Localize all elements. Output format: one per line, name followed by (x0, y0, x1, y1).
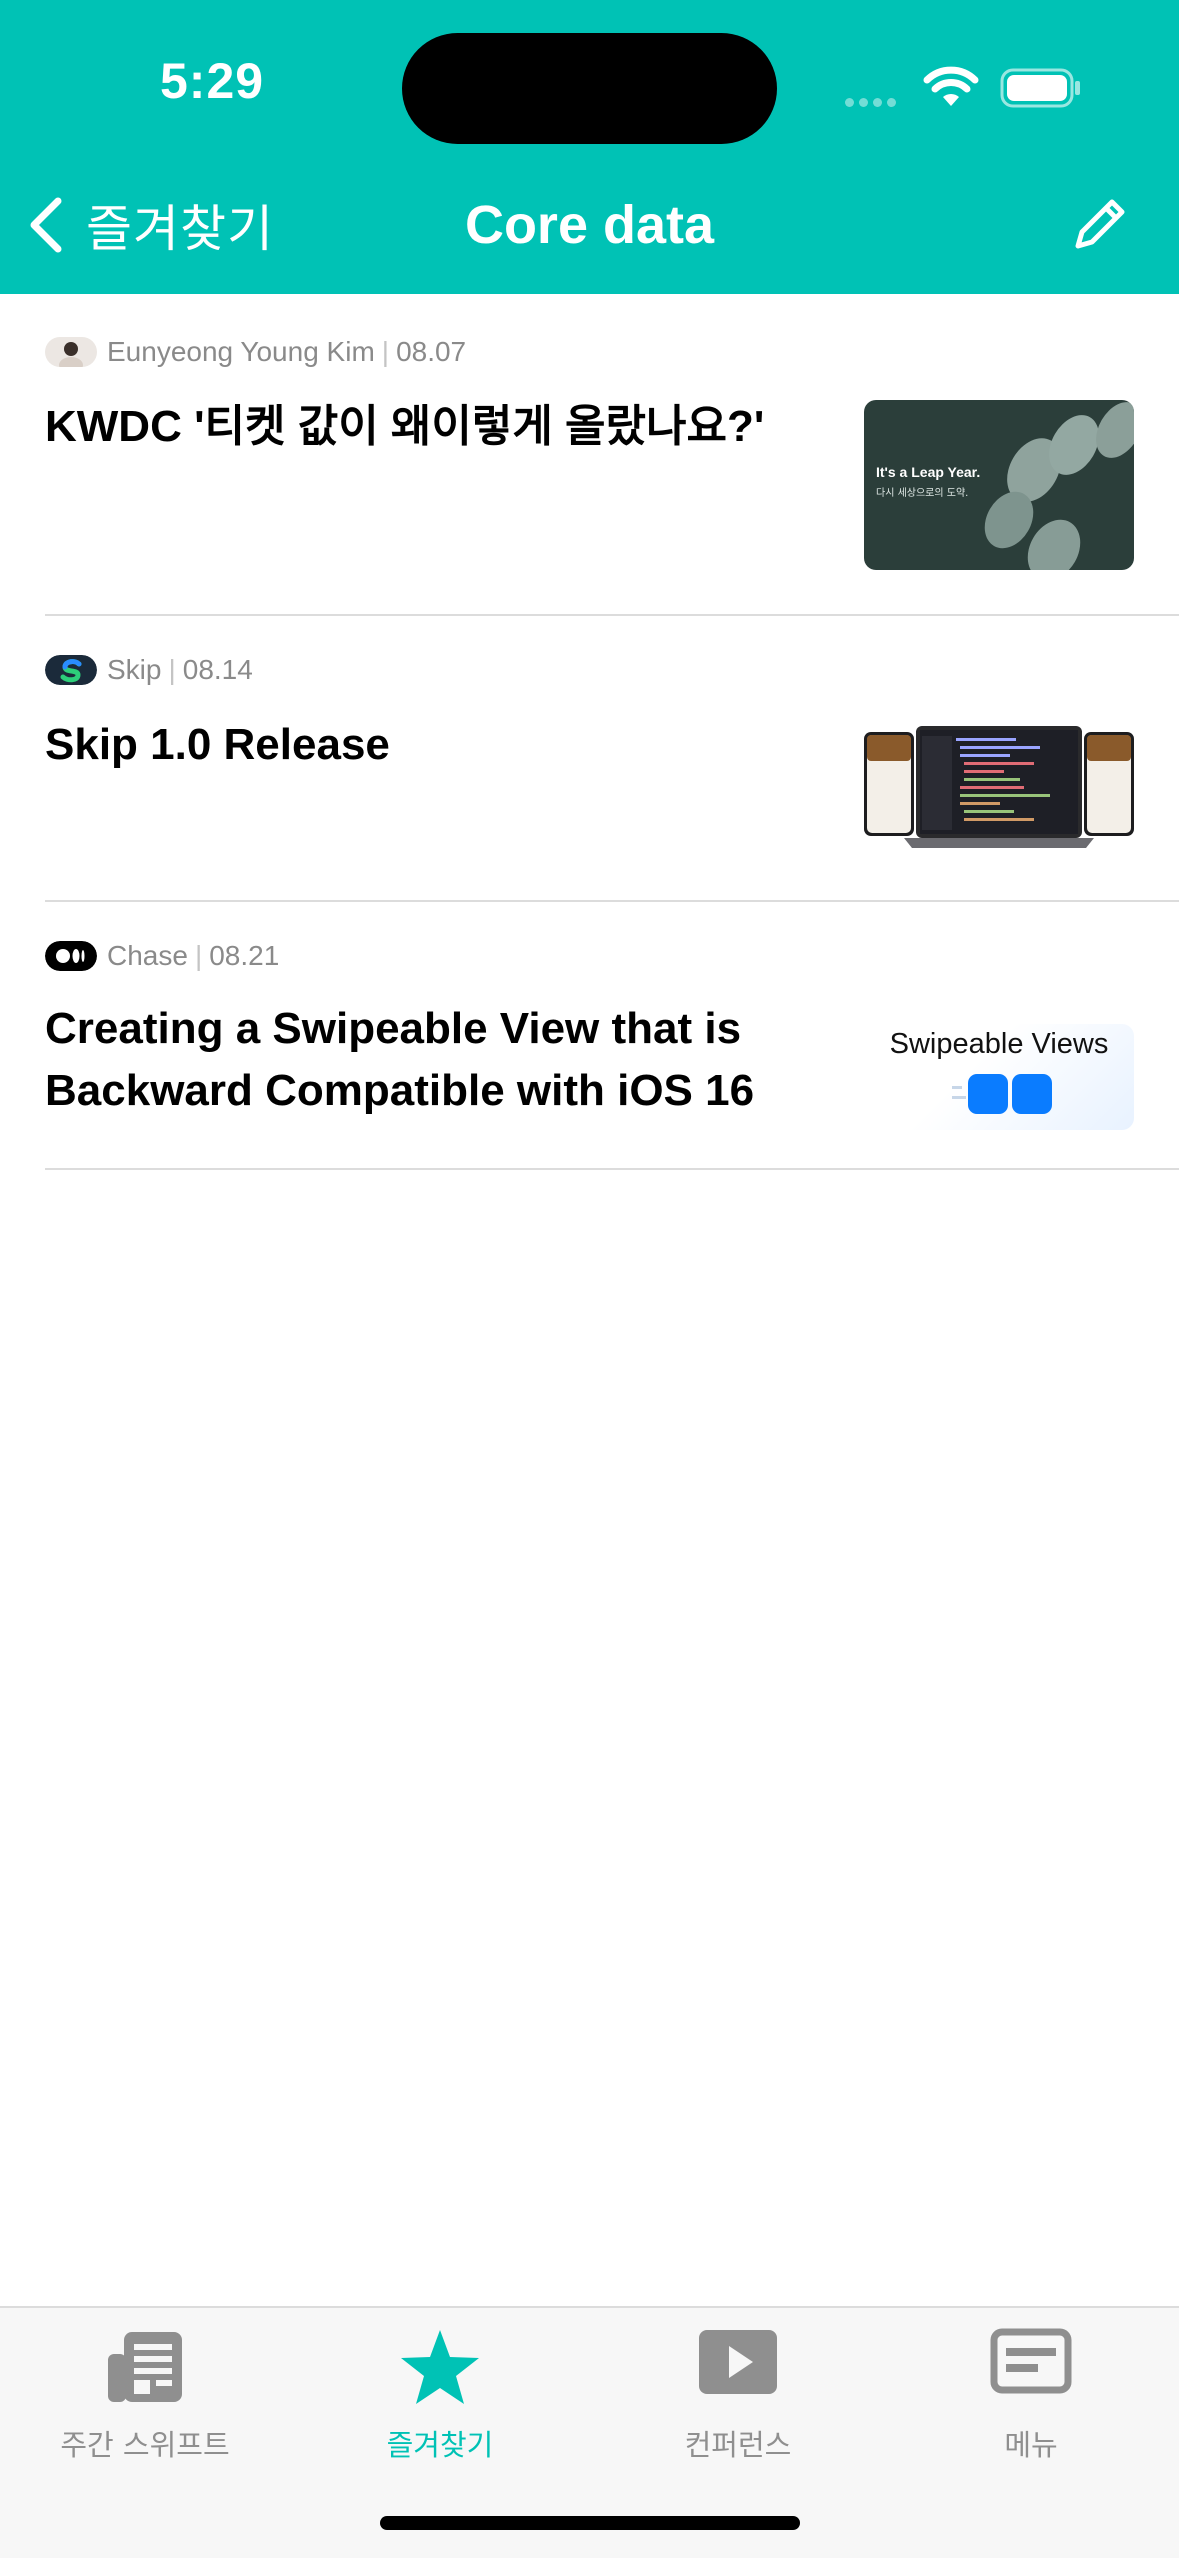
home-indicator (380, 2516, 800, 2530)
article-meta: Skip | 08.14 (45, 654, 253, 686)
battery-icon (1000, 68, 1080, 108)
page-title: Core data (464, 195, 715, 255)
tab-label: 컨퍼런스 (684, 2428, 792, 2462)
article-author: Skip (107, 654, 162, 685)
article-meta: Chase | 08.21 (45, 940, 279, 972)
article-date: 08.07 (396, 336, 467, 367)
article-thumbnail (864, 724, 1134, 854)
article-author: Eunyeong Young Kim (107, 336, 375, 367)
play-icon (699, 2330, 777, 2394)
tab-label: 메뉴 (1004, 2428, 1058, 2462)
cellular-signal-icon (845, 94, 901, 112)
thumb-subtitle: 다시 세상으로의 도약. (876, 488, 969, 499)
list-item[interactable]: Eunyeong Young Kim | 08.07 KWDC '티켓 값이 왜… (45, 294, 1179, 616)
wifi-icon (923, 66, 979, 106)
article-title: Creating a Swipeable View that is Backwa… (45, 1004, 755, 1115)
tab-label: 주간 스위프트 (60, 2428, 230, 2462)
avatar (45, 337, 97, 367)
list-item[interactable]: Chase | 08.21 Creating a Swipeable View … (45, 900, 1179, 1170)
status-time: 5:29 (160, 53, 265, 109)
meta-separator: | (381, 336, 390, 367)
article-meta: Eunyeong Young Kim | 08.07 (45, 336, 466, 368)
star-icon (401, 2330, 479, 2404)
newspaper-icon (108, 2332, 182, 2402)
tab-label: 즐겨찾기 (386, 2428, 494, 2462)
meta-separator: | (194, 940, 203, 971)
medium-logo-icon (45, 941, 97, 971)
pencil-icon[interactable] (1068, 196, 1128, 256)
article-title: Skip 1.0 Release (45, 720, 390, 769)
article-thumbnail: It's a Leap Year. 다시 세상으로의 도약. (864, 400, 1134, 570)
article-title: KWDC '티켓 값이 왜이렇게 올랐나요?' (45, 402, 765, 451)
tab-weekly-swift[interactable]: 주간 스위프트 (5, 2308, 285, 2508)
meta-separator: | (168, 654, 176, 685)
list-item[interactable]: Skip | 08.14 Skip 1.0 Release (45, 614, 1179, 902)
article-thumbnail: Swipeable Views (864, 1024, 1134, 1130)
dynamic-island (402, 33, 777, 144)
article-date: 08.21 (209, 940, 280, 971)
swipe-buttons-graphic (952, 1074, 1052, 1114)
article-date: 08.14 (182, 654, 253, 685)
tab-favorites[interactable]: 즐겨찾기 (300, 2308, 580, 2508)
menu-card-icon (990, 2328, 1072, 2394)
laptop-phones-graphic (864, 726, 1134, 848)
navigation-header: 5:29 즐겨찾기 Core data (0, 0, 1179, 294)
tab-menu[interactable]: 메뉴 (891, 2308, 1171, 2508)
tab-conference[interactable]: 컨퍼런스 (598, 2308, 878, 2508)
skip-logo-icon (45, 655, 97, 685)
article-author: Chase (107, 940, 188, 971)
thumb-headline: It's a Leap Year. (876, 464, 981, 480)
